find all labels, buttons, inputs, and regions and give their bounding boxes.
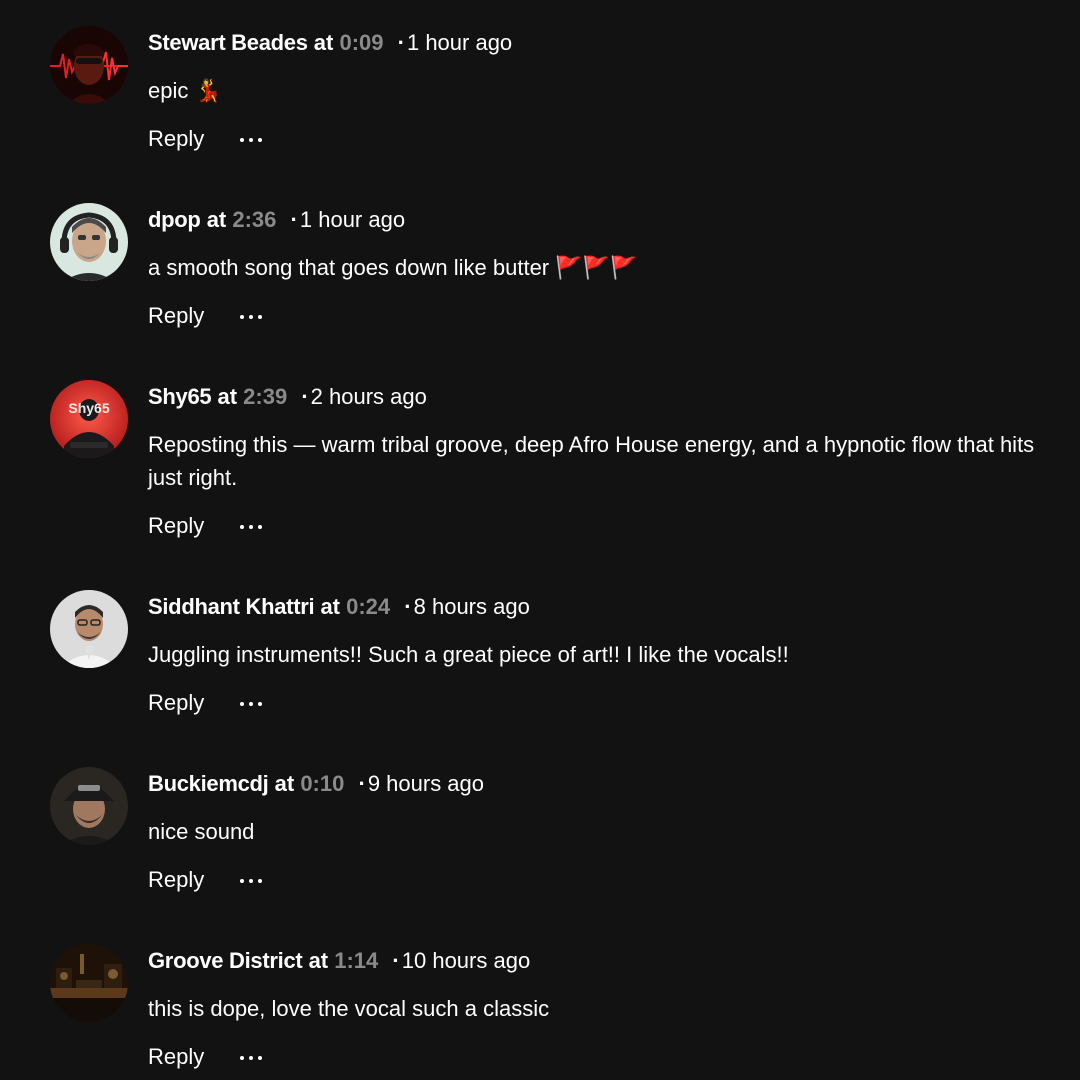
more-horizontal-icon[interactable] [240,302,266,330]
reply-button[interactable]: Reply [148,1044,204,1069]
comment-timestamp-link[interactable]: 1:14 [334,948,378,973]
separator-dot: · [290,207,298,232]
more-horizontal-icon[interactable] [240,689,266,717]
comment-text: this is dope, love the vocal such a clas… [148,996,550,1021]
at-label: at [274,771,295,796]
comment-actions: Reply [148,689,262,717]
reply-button[interactable]: Reply [148,126,204,151]
comment-actions: Reply [148,302,262,330]
comment-meta: Siddhant Khattri at 0:24 ·8 hours ago [148,593,530,621]
comment-timestamp-link[interactable]: 2:39 [243,384,287,409]
comment-meta: Shy65 at 2:39 ·2 hours ago [148,383,427,411]
comment-author[interactable]: Shy65 [148,384,212,409]
comment-text: a smooth song that goes down like butter… [148,255,638,280]
avatar[interactable]: Shy65 [50,380,128,458]
comment-time-ago: 1 hour ago [299,207,406,232]
comment-author[interactable]: Buckiemcdj [148,771,269,796]
comment-time-ago: 9 hours ago [367,771,485,796]
comment-actions: Reply [148,125,262,153]
comment-timestamp-link[interactable]: 0:24 [346,594,390,619]
more-horizontal-icon[interactable] [240,512,266,540]
reply-button[interactable]: Reply [148,303,204,328]
comment-meta: Buckiemcdj at 0:10 ·9 hours ago [148,770,484,798]
separator-dot: · [358,771,366,796]
comment-timestamp-link[interactable]: 2:36 [232,207,276,232]
comment-meta: Groove District at 1:14 ·10 hours ago [148,947,530,975]
comment-text: nice sound [148,819,255,844]
comment-meta: dpop at 2:36 ·1 hour ago [148,206,405,234]
comment-time-ago: 10 hours ago [401,948,531,973]
comment-actions: Reply [148,1043,262,1071]
at-label: at [313,30,334,55]
avatar-logo-text: Shy65 [68,400,109,416]
comment-time-ago: 8 hours ago [413,594,530,619]
more-horizontal-icon[interactable] [240,866,266,894]
comment-meta: Stewart Beades at 0:09 ·1 hour ago [148,29,512,57]
at-label: at [206,207,227,232]
separator-dot: · [404,594,412,619]
more-horizontal-icon[interactable] [240,1043,266,1071]
at-label: at [308,948,329,973]
avatar[interactable] [50,590,128,668]
comment-author[interactable]: dpop [148,207,201,232]
comment-timestamp-link[interactable]: 0:10 [300,771,344,796]
comment-author[interactable]: Siddhant Khattri [148,594,315,619]
comment-time-ago: 1 hour ago [406,30,513,55]
avatar-image [50,767,128,845]
avatar[interactable] [50,203,128,281]
separator-dot: · [301,384,309,409]
comment-actions: Reply [148,866,262,894]
comment-text: Juggling instruments!! Such a great piec… [148,642,789,667]
comment-author[interactable]: Stewart Beades [148,30,308,55]
separator-dot: · [397,30,405,55]
comment-author[interactable]: Groove District [148,948,303,973]
more-horizontal-icon[interactable] [240,125,266,153]
avatar-image [50,203,128,281]
comment-text: epic 💃 [148,78,222,103]
comment-list: Stewart Beades at 0:09 ·1 hour ago epic … [0,0,1080,1080]
separator-dot: · [392,948,400,973]
at-label: at [217,384,238,409]
avatar[interactable] [50,26,128,104]
comment-actions: Reply [148,512,262,540]
avatar-image: Shy65 [50,380,128,458]
avatar[interactable] [50,944,128,1022]
comment-text: Reposting this — warm tribal groove, dee… [148,432,1035,490]
comment-time-ago: 2 hours ago [310,384,427,409]
reply-button[interactable]: Reply [148,513,204,538]
reply-button[interactable]: Reply [148,867,204,892]
avatar-image [50,26,128,104]
at-label: at [320,594,340,619]
reply-button[interactable]: Reply [148,690,204,715]
avatar-image [50,944,128,1022]
avatar[interactable] [50,767,128,845]
avatar-image [50,590,128,668]
comment-timestamp-link[interactable]: 0:09 [339,30,383,55]
